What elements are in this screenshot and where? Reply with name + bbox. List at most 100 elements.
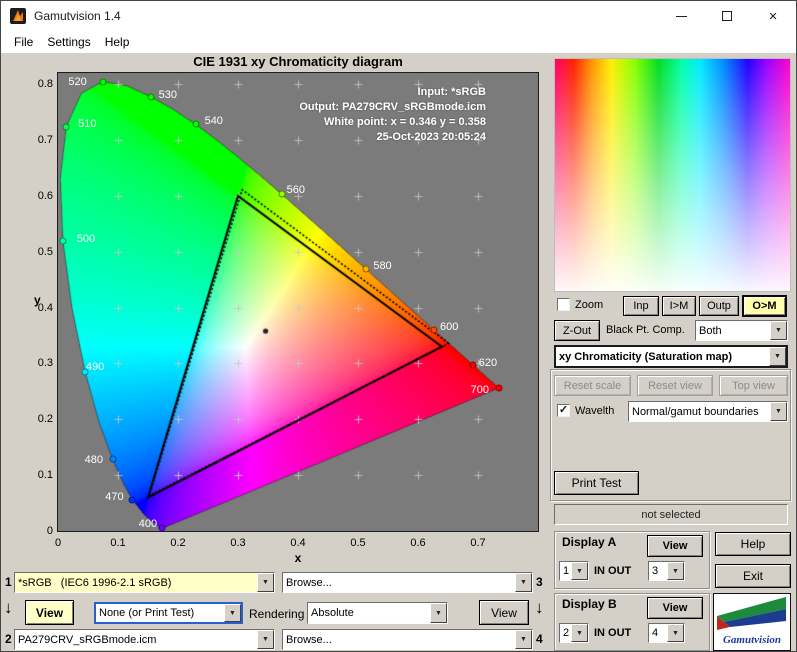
app-icon	[9, 7, 27, 25]
chevron-down-icon[interactable]: ▼	[667, 562, 684, 580]
print-test-button[interactable]: Print Test	[554, 471, 639, 495]
rendering-intent-value: Absolute	[308, 603, 430, 623]
wavelength-checkbox[interactable]: ✓	[557, 404, 570, 417]
top-view-button[interactable]: Top view	[719, 375, 788, 396]
chevron-down-icon[interactable]: ▼	[515, 573, 532, 592]
rendering-label: Rendering	[249, 607, 304, 621]
x-axis-label: x	[58, 551, 538, 565]
display-b-out-dropdown[interactable]: 4 ▼	[648, 623, 685, 643]
wavelength-dot-580	[362, 265, 369, 272]
chevron-down-icon[interactable]: ▼	[430, 603, 447, 623]
chevron-down-icon[interactable]: ▼	[769, 347, 786, 366]
menu-help[interactable]: Help	[98, 33, 137, 51]
y-tick-0.8: 0.8	[21, 78, 53, 90]
black-pt-comp-value: Both	[696, 321, 770, 340]
view-input-button[interactable]: View	[25, 600, 74, 625]
plot-overlay-text: Input: *sRGBOutput: PA279CRV_sRGBmode.ic…	[299, 85, 486, 145]
minimize-button[interactable]	[658, 1, 704, 31]
wavelength-label-530: 530	[159, 89, 177, 101]
wavelength-label-510: 510	[78, 118, 96, 130]
view-mode-dropdown[interactable]: xy Chromaticity (Saturation map) ▼	[554, 345, 788, 368]
input-profile-dropdown[interactable]: *sRGB (IEC6 1996-2.1 sRGB) ▼	[14, 572, 275, 593]
input-profile-value: *sRGB (IEC6 1996-2.1 sRGB)	[15, 573, 257, 592]
view-mode-value: xy Chromaticity (Saturation map)	[556, 347, 769, 366]
zoom-checkbox[interactable]	[557, 298, 570, 311]
wavelength-dot-530	[147, 93, 154, 100]
inp-button[interactable]: Inp	[623, 296, 659, 316]
x-tick-0.1: 0.1	[110, 537, 125, 549]
display-b-in-dropdown[interactable]: 2 ▼	[559, 623, 589, 643]
slot-2-number: 2	[5, 632, 12, 646]
chevron-down-icon[interactable]: ▼	[257, 573, 274, 592]
rendering-intent-dropdown[interactable]: Absolute ▼	[307, 602, 448, 624]
display-a-view-button[interactable]: View	[647, 535, 703, 557]
zout-button[interactable]: Z-Out	[554, 320, 600, 341]
wavelength-dot-620	[469, 361, 476, 368]
menubar: File Settings Help	[1, 31, 796, 53]
y-tick-0.5: 0.5	[21, 246, 53, 258]
x-tick-0.4: 0.4	[290, 537, 305, 549]
display-a-in-value: 1	[560, 562, 571, 580]
display-a-title: Display A	[562, 535, 616, 549]
display-a-out-dropdown[interactable]: 3 ▼	[648, 561, 685, 581]
gamutvision-logo-text: Gamutvision	[723, 634, 781, 646]
output-browse-value: Browse...	[283, 630, 515, 649]
gamutvision-logo: Gamutvision	[713, 593, 791, 651]
wavelength-dot-700	[495, 385, 502, 392]
outp-button[interactable]: Outp	[699, 296, 739, 316]
wavelength-dot-510	[63, 123, 70, 130]
input-browse-dropdown[interactable]: Browse... ▼	[282, 572, 533, 593]
y-tick-0.3: 0.3	[21, 357, 53, 369]
output-to-monitor-button[interactable]: O>M	[742, 295, 787, 317]
chevron-down-icon[interactable]: ▼	[224, 604, 241, 622]
display-b-out-value: 4	[649, 624, 667, 642]
x-tick-0.7: 0.7	[470, 537, 485, 549]
reset-scale-button[interactable]: Reset scale	[554, 375, 631, 396]
display-a-inout-label: IN OUT	[594, 565, 631, 577]
wavelength-label-560: 560	[287, 184, 305, 196]
x-tick-0.3: 0.3	[230, 537, 245, 549]
maximize-icon	[722, 11, 732, 21]
wavelength-dot-560	[278, 191, 285, 198]
chevron-down-icon[interactable]: ▼	[515, 630, 532, 649]
intent-dropdown[interactable]: None (or Print Test) ▼	[94, 602, 243, 624]
close-button[interactable]: ×	[750, 1, 796, 31]
wavelength-label: Wavelth	[575, 405, 614, 417]
boundaries-dropdown[interactable]: Normal/gamut boundaries ▼	[628, 401, 788, 422]
gamutvision-logo-graphic: Gamutvision	[714, 594, 790, 650]
output-profile-dropdown[interactable]: PA279CRV_sRGBmode.icm ▼	[14, 629, 275, 650]
plot-overlay-line-1: Input: *sRGB	[299, 85, 486, 100]
maximize-button[interactable]	[704, 1, 750, 31]
chevron-down-icon[interactable]: ▼	[257, 630, 274, 649]
wavelength-label-580: 580	[373, 260, 391, 272]
menu-file[interactable]: File	[7, 33, 40, 51]
boundaries-value: Normal/gamut boundaries	[629, 402, 770, 421]
exit-button[interactable]: Exit	[715, 564, 791, 588]
display-a-in-dropdown[interactable]: 1 ▼	[559, 561, 589, 581]
chevron-down-icon[interactable]: ▼	[667, 624, 684, 642]
output-browse-dropdown[interactable]: Browse... ▼	[282, 629, 533, 650]
flow-down-arrow-right-icon: ↓	[535, 598, 544, 618]
display-b-view-button[interactable]: View	[647, 597, 703, 619]
wavelength-label-620: 620	[479, 357, 497, 369]
y-tick-0.7: 0.7	[21, 134, 53, 146]
wavelength-dot-600	[431, 327, 438, 334]
chevron-down-icon[interactable]: ▼	[770, 402, 787, 421]
chevron-down-icon[interactable]: ▼	[770, 321, 787, 340]
chevron-down-icon[interactable]: ▼	[571, 562, 588, 580]
black-pt-comp-dropdown[interactable]: Both ▼	[695, 320, 788, 341]
y-tick-0.1: 0.1	[21, 469, 53, 481]
intent-value: None (or Print Test)	[96, 604, 224, 622]
input-to-monitor-button[interactable]: I>M	[662, 296, 696, 316]
display-a-out-value: 3	[649, 562, 667, 580]
wavelength-label-500: 500	[77, 233, 95, 245]
display-b-inout-label: IN OUT	[594, 627, 631, 639]
input-browse-value: Browse...	[283, 573, 515, 592]
reset-view-button[interactable]: Reset view	[637, 375, 713, 396]
view-output-button[interactable]: View	[479, 600, 529, 625]
menu-settings[interactable]: Settings	[40, 33, 97, 51]
help-button[interactable]: Help	[715, 532, 791, 556]
zoom-label: Zoom	[575, 299, 603, 311]
display-b-title: Display B	[562, 597, 617, 611]
chevron-down-icon[interactable]: ▼	[571, 624, 588, 642]
